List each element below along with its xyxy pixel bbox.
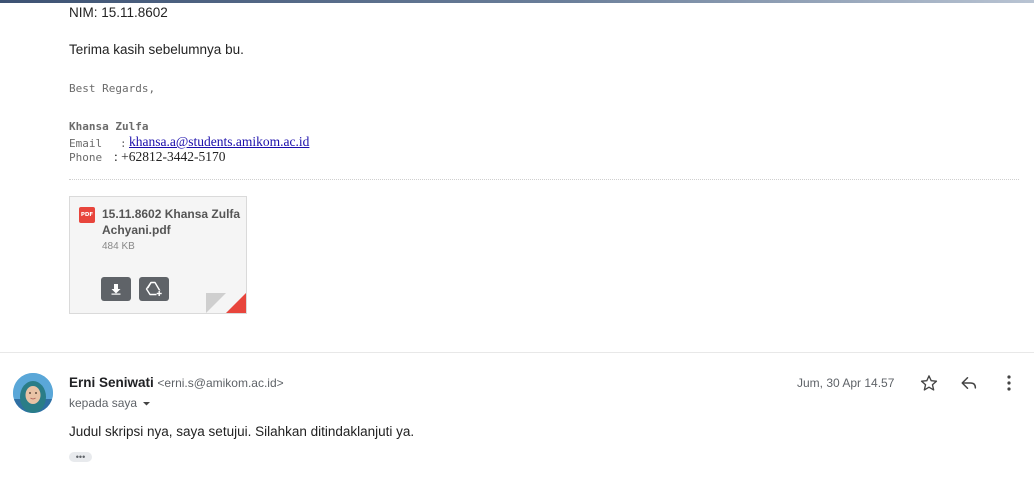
message-date: Jum, 30 Apr 14.57 (797, 376, 895, 390)
reply-button[interactable] (957, 371, 981, 395)
avatar-image (13, 373, 53, 413)
star-button[interactable] (917, 371, 941, 395)
attachment-card[interactable]: PDF 15.11.8602 Khansa Zulfa Achyani.pdf … (69, 196, 247, 314)
sender-avatar[interactable] (13, 373, 53, 413)
more-vert-icon (1007, 375, 1011, 391)
signature-divider (69, 179, 1019, 180)
download-button[interactable] (101, 277, 131, 301)
signature-name: Khansa Zulfa (69, 120, 149, 133)
more-options-button[interactable] (997, 371, 1021, 395)
sender-name[interactable]: Erni Seniwati (69, 375, 154, 390)
pdf-file-icon: PDF (79, 207, 95, 223)
attachment-size: 484 KB (102, 241, 135, 252)
reply-icon (961, 377, 977, 389)
recipient-details-toggle[interactable]: kepada saya (69, 396, 151, 410)
page-fold-shadow (206, 293, 226, 313)
page-fold-corner (226, 293, 246, 313)
top-accent-bar (0, 0, 1034, 3)
star-icon (920, 375, 938, 391)
signature-email-link[interactable]: khansa.a@students.amikom.ac.id (129, 134, 309, 150)
sender-email: <erni.s@amikom.ac.id> (157, 376, 284, 390)
message-divider (0, 352, 1034, 353)
nim-line: NIM: 15.11.8602 (69, 5, 168, 20)
add-to-drive-button[interactable] (139, 277, 169, 301)
signature-email-label: Email (69, 137, 103, 150)
thanks-line: Terima kasih sebelumnya bu. (69, 42, 244, 57)
arrow-drop-down-icon (143, 401, 151, 405)
recipient-line: kepada saya (69, 396, 138, 410)
download-icon (111, 284, 121, 295)
attachment-filename: 15.11.8602 Khansa Zulfa Achyani.pdf (102, 207, 241, 237)
signature-phone-value: : +62812-3442-5170 (114, 149, 226, 164)
add-to-drive-icon (145, 281, 162, 296)
signature-phone-label: Phone (69, 151, 103, 164)
show-trimmed-content-button[interactable]: ••• (69, 452, 92, 462)
reply-body: Judul skripsi nya, saya setujui. Silahka… (69, 424, 415, 439)
signature-regards: Best Regards, (69, 82, 156, 95)
